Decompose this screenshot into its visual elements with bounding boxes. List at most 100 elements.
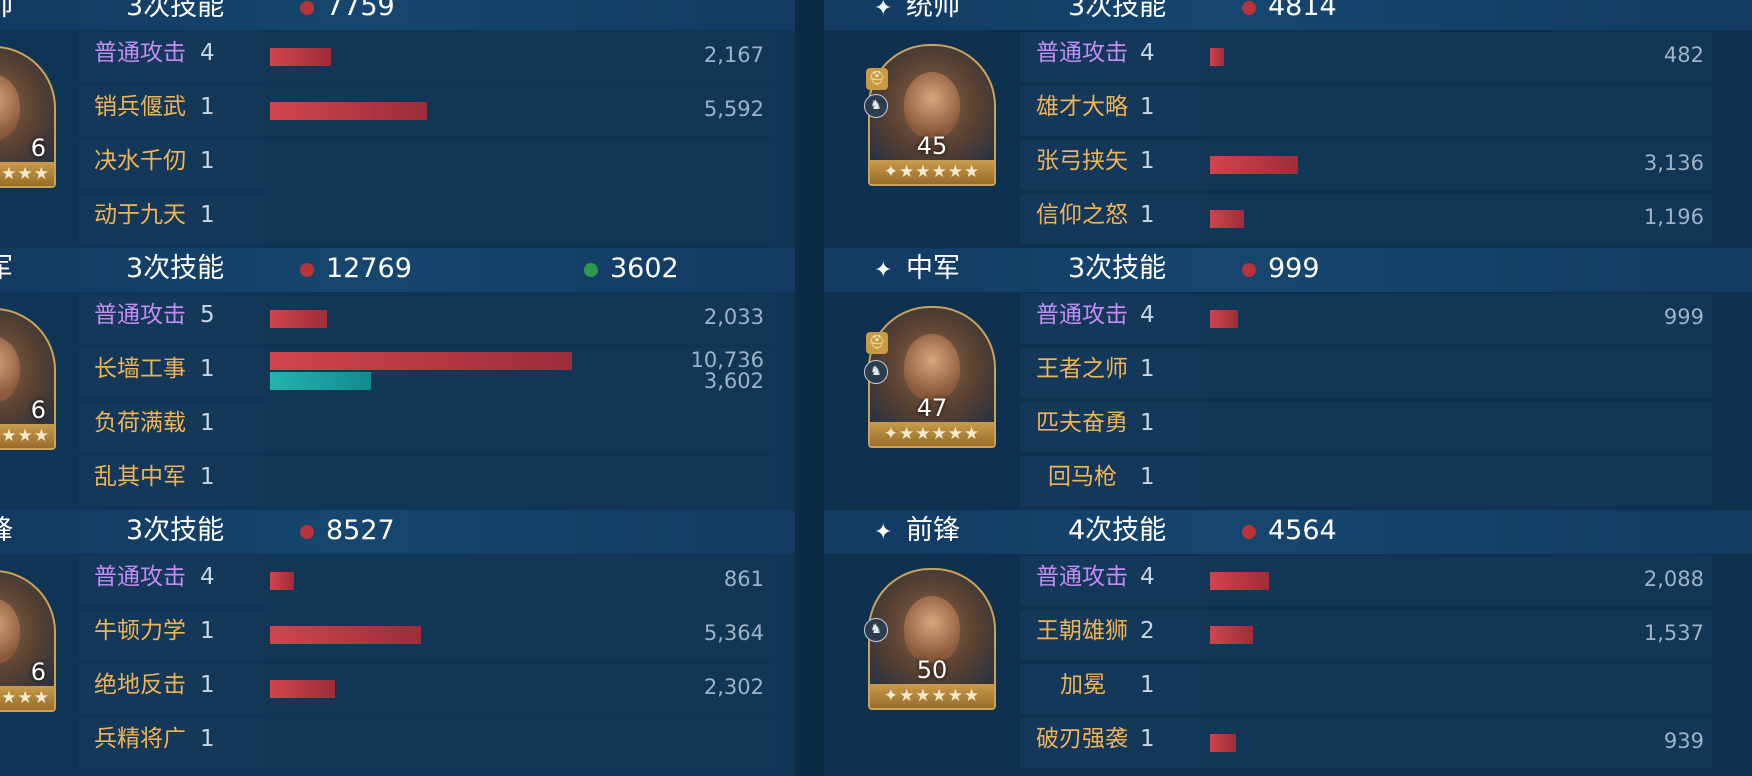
- skill-row[interactable]: 动于九天 1: [0, 194, 795, 244]
- skill-uses: 1: [200, 94, 215, 120]
- skill-uses: 1: [1140, 202, 1155, 228]
- section-header: 军 3次技能 12769 3602: [0, 248, 795, 292]
- skill-uses: 1: [1140, 410, 1155, 436]
- skill-row[interactable]: 张弓挟矢 1 3,136: [824, 140, 1752, 190]
- skill-uses: 2: [1140, 618, 1155, 644]
- damage-bar: [270, 626, 421, 644]
- damage-bar-track: [262, 402, 774, 452]
- skill-uses: 1: [200, 148, 215, 174]
- damage-bar-track: [1202, 348, 1712, 398]
- damage-value: 5,592: [703, 97, 764, 121]
- skill-row[interactable]: 乱其中军 1: [0, 456, 795, 506]
- skill-uses: 1: [200, 410, 215, 436]
- skill-name: 销兵偃武: [94, 94, 186, 120]
- right-section-1: ✦ 中军 3次技能 999 47 ✦★★★★★ ⛑ ♞ 普通攻击 4 999 王者之师 1 匹夫奋勇 1 回马…: [824, 248, 1752, 510]
- damage-dot-icon: [300, 263, 314, 277]
- skill-uses: 1: [1140, 356, 1155, 382]
- damage-dot-icon: [300, 1, 314, 15]
- position-label: 锋: [0, 514, 13, 548]
- skill-count-label: 3次技能: [1068, 0, 1167, 22]
- skill-name: 负荷满载: [94, 410, 186, 436]
- damage-total: 8527: [326, 515, 395, 546]
- damage-bar: [1210, 156, 1298, 174]
- skill-row[interactable]: 负荷满载 1: [0, 402, 795, 452]
- damage-bar-track: [262, 456, 774, 506]
- skill-uses: 1: [1140, 672, 1155, 698]
- section-header: ✦ 前锋 4次技能 4564: [824, 510, 1752, 554]
- skill-row[interactable]: 雄才大略 1: [824, 86, 1752, 136]
- skill-row[interactable]: 匹夫奋勇 1: [824, 402, 1752, 452]
- skill-row[interactable]: 王者之师 1: [824, 348, 1752, 398]
- damage-dot-icon: [300, 525, 314, 539]
- compass-star-icon: ✦: [874, 520, 893, 545]
- damage-total: 7759: [326, 0, 395, 22]
- skill-row[interactable]: 普通攻击 5 2,033: [0, 294, 795, 344]
- damage-dot-icon: [1242, 263, 1256, 277]
- damage-bar: [1210, 626, 1254, 644]
- damage-bar-track: [262, 718, 774, 768]
- damage-bar-track: [1202, 86, 1712, 136]
- section-header: ✦ 统帅 3次技能 4814: [824, 0, 1752, 30]
- damage-bar-track: [262, 294, 774, 344]
- damage-total: 999: [1268, 253, 1320, 284]
- damage-bar: [1210, 734, 1237, 752]
- damage-bar: [270, 680, 335, 698]
- skill-name: 普通攻击: [94, 40, 186, 66]
- skill-row[interactable]: 绝地反击 1 2,302: [0, 664, 795, 714]
- skill-name: 动于九天: [94, 202, 186, 228]
- skill-row[interactable]: 普通攻击 4 2,088: [824, 556, 1752, 606]
- skill-name: 决水千仞: [94, 148, 186, 174]
- skill-row[interactable]: 破刃强袭 1 939: [824, 718, 1752, 768]
- skill-uses: 4: [1140, 40, 1155, 66]
- skill-row[interactable]: 普通攻击 4 2,167: [0, 32, 795, 82]
- skill-uses: 5: [200, 302, 215, 328]
- damage-total: 4814: [1268, 0, 1337, 22]
- skill-row[interactable]: 普通攻击 4 482: [824, 32, 1752, 82]
- compass-star-icon: ✦: [874, 258, 893, 283]
- skill-name: 加冕: [1060, 672, 1106, 698]
- skill-row[interactable]: 牛顿力学 1 5,364: [0, 610, 795, 660]
- skill-row[interactable]: 加冕 1: [824, 664, 1752, 714]
- skill-row[interactable]: 长墙工事 1 10,736 3,602: [0, 348, 795, 398]
- skill-row[interactable]: 王朝雄狮 2 1,537: [824, 610, 1752, 660]
- skill-name: 王朝雄狮: [1036, 618, 1128, 644]
- skill-uses: 1: [200, 356, 215, 382]
- skill-name: 普通攻击: [1036, 40, 1128, 66]
- damage-bar: [270, 310, 328, 328]
- damage-bar: [1210, 310, 1239, 328]
- damage-value: 2,033: [703, 305, 764, 329]
- skill-uses: 4: [200, 564, 215, 590]
- skill-count-label: 3次技能: [1068, 253, 1167, 284]
- damage-dot-icon: [1242, 1, 1256, 15]
- damage-value: 482: [1663, 43, 1704, 67]
- skill-uses: 4: [1140, 302, 1155, 328]
- skill-row[interactable]: 销兵偃武 1 5,592: [0, 86, 795, 136]
- position-label: 前锋: [906, 515, 960, 546]
- skill-row[interactable]: 回马枪 1: [824, 456, 1752, 506]
- compass-star-icon: ✦: [874, 0, 893, 21]
- skill-name: 乱其中军: [94, 464, 186, 490]
- right-section-0: ✦ 统帅 3次技能 4814 45 ✦★★★★★ ⛑ ♞ 普通攻击 4 482 雄才大略 1 张弓挟矢 1 3…: [824, 0, 1752, 248]
- skill-row[interactable]: 普通攻击 4 999: [824, 294, 1752, 344]
- damage-bar-track: [262, 194, 774, 244]
- position-label: 帅: [0, 0, 13, 24]
- damage-bar: [270, 352, 572, 370]
- skill-name: 匹夫奋勇: [1036, 410, 1128, 436]
- damage-bar-track: [262, 32, 774, 82]
- skill-row[interactable]: 兵精将广 1: [0, 718, 795, 768]
- damage-value: 939: [1663, 729, 1704, 753]
- skill-row[interactable]: 信仰之怒 1 1,196: [824, 194, 1752, 244]
- skill-row[interactable]: 普通攻击 4 861: [0, 556, 795, 606]
- left-section-1: 军3次技能1276936026★★★普通攻击52,033长墙工事110,7363…: [0, 248, 795, 510]
- heal-bar: [270, 372, 372, 390]
- skill-count-label: 3次技能: [126, 253, 225, 284]
- skill-uses: 1: [1140, 464, 1155, 490]
- skill-name: 张弓挟矢: [1036, 148, 1128, 174]
- damage-bar-track: [1202, 610, 1712, 660]
- skill-row[interactable]: 决水千仞 1: [0, 140, 795, 190]
- position-label: 中军: [906, 253, 960, 284]
- skill-name: 破刃强袭: [1036, 726, 1128, 752]
- skill-name: 绝地反击: [94, 672, 186, 698]
- skill-name: 普通攻击: [1036, 302, 1128, 328]
- skill-uses: 1: [1140, 726, 1155, 752]
